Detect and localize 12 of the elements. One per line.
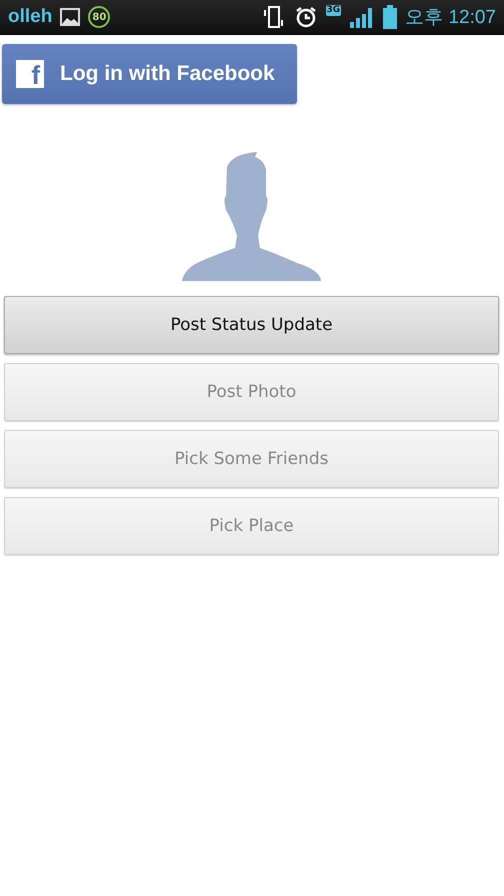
alarm-clock-icon bbox=[294, 5, 318, 29]
facebook-logo: f bbox=[16, 60, 44, 88]
usage-badge: 80 bbox=[88, 6, 110, 28]
carrier-name: olleh bbox=[8, 6, 52, 28]
battery-icon bbox=[383, 5, 398, 29]
clock: 오후 12:07 bbox=[405, 6, 496, 30]
vibrate-icon bbox=[262, 5, 286, 29]
profile-silhouette-icon bbox=[182, 152, 322, 281]
image-icon bbox=[60, 8, 80, 26]
network-type: 3G bbox=[326, 5, 342, 16]
action-button[interactable]: Post Status Update bbox=[4, 296, 499, 354]
facebook-login-button[interactable]: f Log in with Facebook bbox=[2, 44, 297, 104]
